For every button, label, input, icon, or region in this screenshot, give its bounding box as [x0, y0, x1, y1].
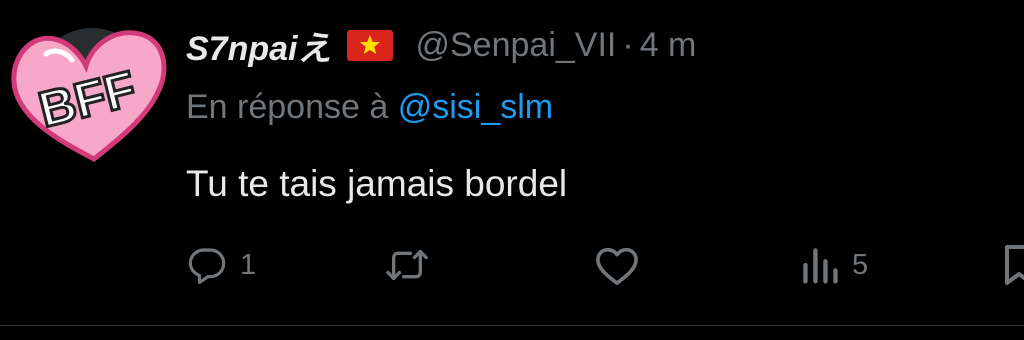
reply-button[interactable]: 1 [186, 240, 256, 290]
views-icon [803, 248, 838, 284]
bff-heart-avatar-icon: BFF [11, 28, 167, 162]
reply-mention-link[interactable]: @sisi_slm [398, 88, 553, 126]
like-button[interactable] [594, 240, 640, 290]
bookmark-icon [1005, 245, 1024, 285]
tweet-header: S7npaiえ @Senpai_VII · 4 m [186, 20, 696, 70]
user-handle[interactable]: @Senpai_VII [415, 26, 616, 65]
heart-icon [596, 247, 638, 285]
bookmark-button[interactable] [1002, 240, 1024, 290]
reply-context: En réponse à @sisi_slm [186, 88, 553, 127]
separator-dot: · [622, 25, 634, 64]
display-name[interactable]: S7npaiえ [186, 21, 331, 70]
reply-count: 1 [240, 248, 257, 281]
retweet-icon [386, 250, 428, 280]
views-button[interactable]: 5 [800, 240, 868, 290]
retweet-button[interactable] [384, 240, 430, 290]
divider [0, 325, 1024, 326]
reply-icon [188, 248, 226, 285]
vietnam-flag-icon [347, 29, 394, 61]
tweet-timestamp[interactable]: 4 m [640, 26, 697, 65]
tweet-text: Tu te tais jamais bordel [186, 163, 568, 204]
views-count: 5 [852, 248, 869, 281]
reply-prefix: En réponse à [186, 88, 389, 126]
avatar[interactable]: BFF [6, 14, 172, 164]
